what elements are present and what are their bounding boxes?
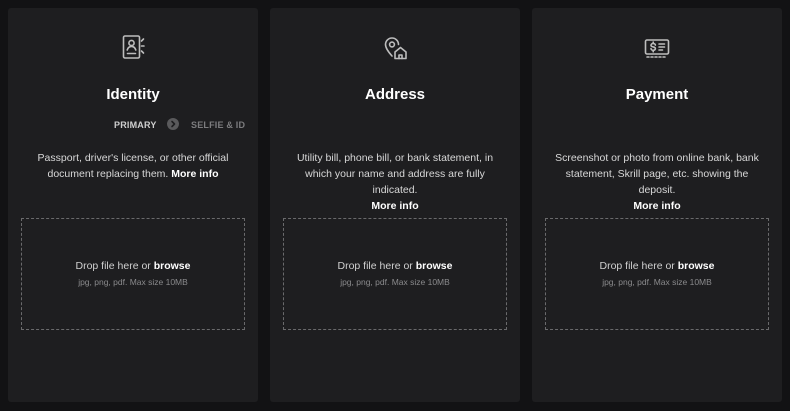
dropzone-text: Drop file here or <box>75 260 151 272</box>
dropzone-hint: jpg, png, pdf. Max size 10MB <box>602 277 712 287</box>
more-info-link[interactable]: More info <box>633 200 680 212</box>
more-info-link[interactable]: More info <box>371 200 418 212</box>
card-title: Identity <box>106 86 160 103</box>
dropzone-label: Drop file here or browse <box>22 260 244 272</box>
card-title: Address <box>364 86 426 103</box>
file-dropzone[interactable]: Drop file here or browse jpg, png, pdf. … <box>21 218 245 330</box>
file-dropzone[interactable]: Drop file here or browse jpg, png, pdf. … <box>283 218 507 330</box>
browse-link[interactable]: browse <box>154 260 191 272</box>
dropzone-text: Drop file here or <box>599 260 675 272</box>
address-card: Address Utility bill, phone bill, or ban… <box>270 8 520 402</box>
dropzone-label: Drop file here or browse <box>546 260 768 272</box>
card-description: Screenshot or photo from online bank, ba… <box>546 150 768 214</box>
card-description: Passport, driver's license, or other off… <box>22 150 244 182</box>
location-home-icon <box>380 32 410 62</box>
card-description: Utility bill, phone bill, or bank statem… <box>284 150 506 214</box>
browse-link[interactable]: browse <box>416 260 453 272</box>
description-text: Screenshot or photo from online bank, ba… <box>555 152 759 196</box>
step-selfie-id-label[interactable]: SELFIE & ID <box>191 120 245 130</box>
payment-card-icon <box>642 32 672 62</box>
dropzone-label: Drop file here or browse <box>284 260 506 272</box>
browse-link[interactable]: browse <box>678 260 715 272</box>
chevron-right-circle-icon <box>167 118 179 130</box>
description-text: Utility bill, phone bill, or bank statem… <box>296 152 494 196</box>
id-document-icon <box>118 32 148 62</box>
more-info-link[interactable]: More info <box>171 168 218 180</box>
dropzone-hint: jpg, png, pdf. Max size 10MB <box>78 277 188 287</box>
file-dropzone[interactable]: Drop file here or browse jpg, png, pdf. … <box>545 218 769 330</box>
dropzone-hint: jpg, png, pdf. Max size 10MB <box>340 277 450 287</box>
card-title: Payment <box>625 86 689 103</box>
identity-card: Identity PRIMARY SELFIE & ID Passport, d… <box>8 8 258 402</box>
verification-page: Identity PRIMARY SELFIE & ID Passport, d… <box>0 0 790 411</box>
dropzone-text: Drop file here or <box>337 260 413 272</box>
payment-card: Payment Screenshot or photo from online … <box>532 8 782 402</box>
step-primary-label[interactable]: PRIMARY <box>114 120 157 130</box>
